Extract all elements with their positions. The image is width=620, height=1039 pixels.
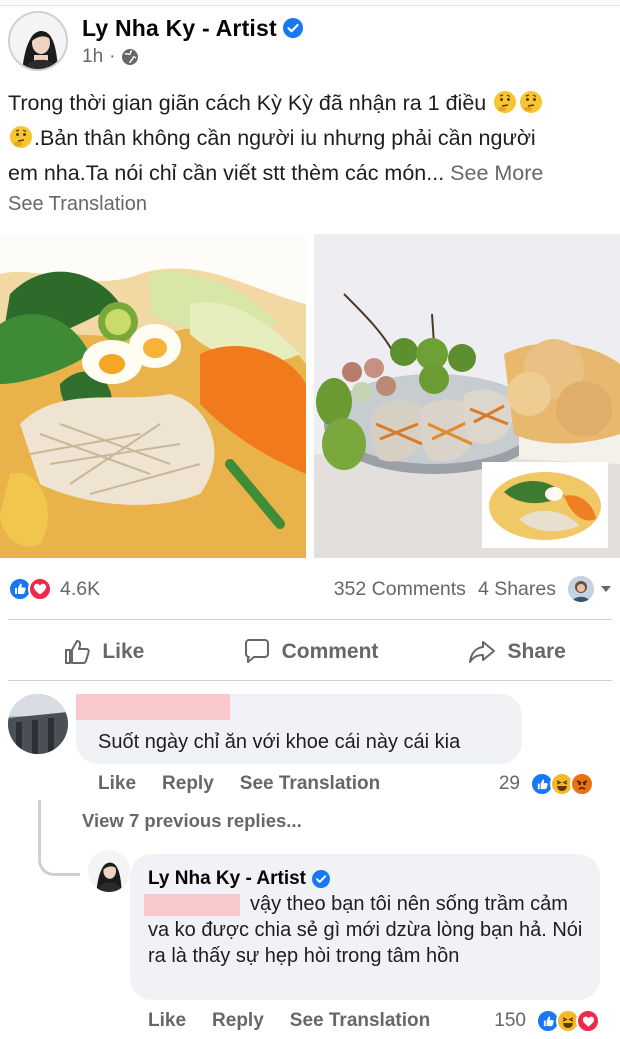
thumbs-up-icon [65,640,91,664]
reply-author: Ly Nha Ky - Artist [148,868,331,890]
comment-button[interactable]: Comment [207,637,414,667]
verified-badge-icon [312,870,331,888]
thinking-face-icon [520,91,543,113]
chevron-down-icon[interactable] [600,583,612,595]
globe-icon [122,48,139,65]
verified-badge-icon [282,18,303,38]
like-button-label: Like [102,640,145,663]
post-photo-fruit-platter[interactable] [314,234,620,558]
comment-bubble-icon [244,639,269,663]
post-header: Ly Nha Ky - Artist 1h · [8,10,303,72]
view-previous-replies-link[interactable]: View 7 previous replies... [82,810,302,832]
comment-like-link[interactable]: Like [98,773,136,795]
commenter-avatar[interactable] [8,694,68,754]
reply-author-name[interactable]: Ly Nha Ky - Artist [148,868,306,890]
like-button[interactable]: Like [0,637,207,667]
angry-reaction-icon [570,772,594,796]
comment-reaction-count: 29 [498,773,520,794]
thinking-face-icon [494,91,517,113]
post-see-translation-link[interactable]: See Translation [8,193,147,216]
post-photo-salad[interactable] [0,234,306,558]
post-text-line-3: em nha.Ta nói chỉ cần viết stt thèm các … [8,161,445,185]
author-name[interactable]: Ly Nha Ky - Artist [82,15,277,42]
comment-button-label: Comment [281,640,379,663]
share-button-label: Share [507,640,566,663]
post-action-bar: Like Comment Share [0,626,620,678]
reply-like-link[interactable]: Like [148,1010,186,1032]
reply-actions: Like Reply See Translation 150 [148,1007,600,1035]
post-stats: 4.6K 352 Comments 4 Shares [8,572,612,606]
post-text: Trong thời gian giãn cách Kỳ Kỳ đã nhận … [8,86,612,191]
meta-separator: · [109,45,116,67]
reaction-count: 4.6K [60,577,101,600]
redacted-commenter-name [76,694,230,720]
shares-count[interactable]: 4 Shares [478,578,556,601]
reply-bubble: Ly Nha Ky - Artist vậy theo bạn tôi nên … [130,854,600,1000]
post-time[interactable]: 1h [82,46,103,68]
viewer-avatar[interactable] [568,576,594,602]
share-arrow-icon [469,641,496,663]
author-avatar[interactable] [8,11,68,71]
reply-reply-link[interactable]: Reply [212,1010,264,1032]
comment-text: Suốt ngày chỉ ăn với khoe cái này cái ki… [98,731,461,753]
thinking-face-icon [10,126,32,148]
reply-author-avatar[interactable] [88,850,130,892]
post-text-line-1: Trong thời gian giãn cách Kỳ Kỳ đã nhận … [8,91,487,115]
post-text-line-2: .Bản thân không cần người iu nhưng phải … [34,126,536,150]
comment-reactions[interactable]: 29 [499,772,594,796]
post-reactions[interactable]: 4.6K [8,577,100,601]
reply-thread-line [38,800,80,876]
reply-see-translation-link[interactable]: See Translation [290,1010,430,1032]
reply-text: vậy theo bạn tôi nên sống trầm cảm va ko… [148,893,583,967]
see-more-link[interactable]: See More [450,161,543,185]
status-bar-remnant [0,0,620,6]
comments-count[interactable]: 352 Comments [334,578,466,601]
reply-reactions[interactable]: 150 [494,1009,600,1033]
reply-reaction-count: 150 [494,1010,526,1031]
share-button[interactable]: Share [413,637,620,667]
comment-see-translation-link[interactable]: See Translation [240,773,380,795]
love-reaction-icon [28,577,52,601]
comment-bubble: Suốt ngày chỉ ăn với khoe cái này cái ki… [76,694,522,764]
divider [8,619,612,620]
divider [8,680,612,681]
comment-actions: Like Reply See Translation 29 [98,770,598,798]
love-reaction-icon [576,1009,600,1033]
comment-reply-link[interactable]: Reply [162,773,214,795]
